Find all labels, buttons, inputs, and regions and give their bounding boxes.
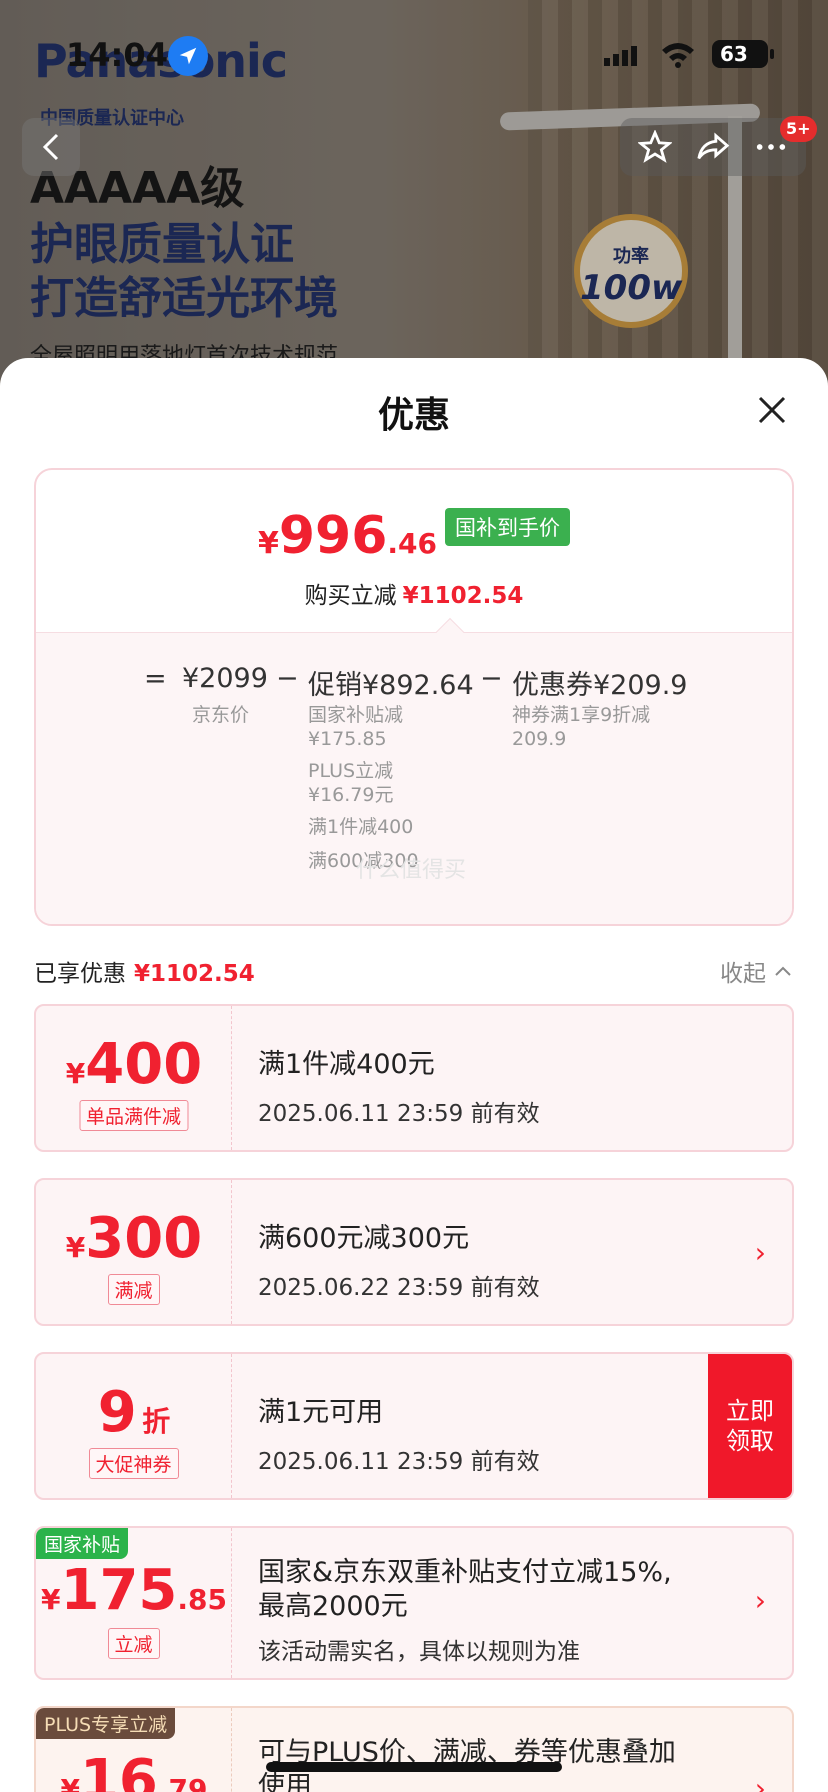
final-price-currency: ¥ [257, 526, 279, 561]
coupon-value: ¥175.85 立减 [36, 1528, 232, 1678]
cellular-signal-icon [604, 46, 640, 66]
coupon-rule: 满600元减300元 [258, 1223, 470, 1254]
direct-cut: 购买立减 ¥1102.54 [36, 576, 792, 610]
jd-price: ¥2099 [182, 663, 268, 694]
coupon-amount-value: 16 [79, 1748, 158, 1792]
enjoyed-discount: 已享优惠 ¥1102.54 [34, 954, 255, 988]
coupon-amount-decimal: .85 [177, 1583, 227, 1616]
coupon-card[interactable]: ¥400 单品满件减 满1件减400元 2025.06.11 23:59 前有效 [34, 1004, 794, 1152]
back-chevron-icon [42, 133, 59, 161]
coupon-amount-value: 400 [85, 1032, 203, 1097]
enjoyed-amount: ¥1102.54 [134, 961, 255, 987]
offers-sheet: 优惠 ¥996.46 国补到手价 购买立减 ¥1102.54 = ¥2099 − 促… [0, 358, 828, 1792]
coupon-type-chip: 大促神券 [88, 1448, 179, 1479]
coupon-amount: ¥300 [36, 1206, 232, 1271]
coupon-note: 该活动需实名，具体以规则为准 [258, 1639, 580, 1665]
coupon-card[interactable]: 国家补贴 ¥175.85 立减 国家&京东双重补贴支付立减15%, 最高2000… [34, 1526, 794, 1680]
final-price-decimal: .46 [387, 527, 438, 560]
promo-line: ¥175.85 [308, 728, 387, 750]
star-icon[interactable] [637, 130, 672, 164]
coupon-rule-cont: 最高2000元 [258, 1591, 408, 1622]
coupon-currency: ¥ [60, 1773, 80, 1792]
coupon-amount-value: 175 [60, 1558, 178, 1623]
coupon-rule: 满1元可用 [258, 1397, 384, 1428]
coupon-card[interactable]: 9 折 大促神券 满1元可用 2025.06.11 23:59 前有效 立即领取 [34, 1352, 794, 1500]
jd-price-label: 京东价 [192, 704, 250, 726]
promo-line: 国家补贴减 [308, 704, 404, 726]
direct-cut-label: 购买立减 [304, 583, 397, 609]
final-price: ¥996.46 国补到手价 [36, 506, 792, 566]
coupon-currency: ¥ [41, 1583, 61, 1616]
minus-sign-2: − [480, 663, 503, 694]
coupon-amount-value: 300 [85, 1206, 203, 1271]
back-button[interactable] [22, 118, 80, 176]
collapse-button[interactable]: 收起 [720, 954, 792, 988]
coupon-line: 209.9 [512, 728, 567, 750]
coupon-validity: 2025.06.11 23:59 前有效 [258, 1449, 540, 1475]
chevron-right-icon: › [754, 1584, 766, 1617]
final-price-integer: 996 [278, 506, 388, 566]
coupon-validity: 2025.06.22 23:59 前有效 [258, 1275, 540, 1301]
minus-sign-1: − [276, 663, 299, 694]
notification-badge: 5+ [780, 116, 817, 142]
direct-cut-amount: ¥1102.54 [402, 583, 524, 609]
coupon-amount-value: 9 [97, 1380, 137, 1445]
status-time: 14:04 [66, 36, 168, 74]
coupon-line: 神券满1享9折减 [512, 704, 651, 726]
equals-sign: = [144, 663, 167, 694]
claim-coupon-button[interactable]: 立即领取 [708, 1354, 792, 1498]
coupon-validity: 2025.06.11 23:59 前有效 [258, 1101, 540, 1127]
coupon-type-chip: 立减 [107, 1628, 160, 1659]
coupon-value: 9 折 大促神券 [36, 1354, 232, 1498]
coupon-currency: ¥ [65, 1057, 86, 1090]
close-icon[interactable] [752, 390, 792, 430]
coupon-card[interactable]: ¥300 满减 满600元减300元 2025.06.22 23:59 前有效 … [34, 1178, 794, 1326]
coupon-card[interactable]: PLUS专享立减 ¥16.79 可与PLUS价、满减、券等优惠叠加 使用 › [34, 1706, 794, 1792]
coupon-total: 优惠券¥209.9 [512, 670, 688, 701]
promo-line: PLUS立减 [308, 760, 394, 782]
watermark: 什么值得买 [356, 858, 467, 883]
wifi-icon [660, 40, 696, 72]
coupon-amount: ¥175.85 [36, 1558, 232, 1623]
promo-line: ¥16.79元 [308, 784, 394, 806]
status-bar: 14:04 63 [0, 0, 828, 110]
coupon-amount: ¥400 [36, 1032, 232, 1097]
enjoyed-label: 已享优惠 [34, 961, 126, 987]
sheet-title: 优惠 [377, 395, 450, 436]
promo-line: 满1件减400 [308, 816, 414, 838]
coupon-rule: 满1件减400元 [258, 1049, 435, 1080]
subsidy-price-tag: 国补到手价 [445, 508, 571, 546]
coupon-type-chip: 单品满件减 [78, 1100, 189, 1131]
final-price-section: ¥996.46 国补到手价 购买立减 ¥1102.54 [36, 470, 792, 632]
coupon-amount-decimal: .79 [157, 1773, 208, 1792]
coupon-value: ¥16.79 [36, 1708, 232, 1792]
coupon-type-chip: 满减 [107, 1274, 160, 1305]
share-icon[interactable] [695, 130, 731, 164]
home-indicator[interactable] [266, 1762, 562, 1772]
coupon-currency: ¥ [65, 1231, 86, 1264]
battery-indicator: 63 [712, 40, 774, 68]
chevron-right-icon: › [754, 1236, 766, 1269]
coupon-value: ¥300 满减 [36, 1180, 232, 1324]
coupon-amount: ¥16.79 [36, 1748, 232, 1792]
chevron-right-icon: › [754, 1772, 766, 1792]
chevron-up-icon [775, 966, 791, 976]
promo-total: 促销¥892.64 [308, 670, 474, 701]
coupon-value: ¥400 单品满件减 [36, 1006, 232, 1150]
collapse-label: 收起 [720, 961, 766, 987]
location-arrow-icon [168, 36, 208, 76]
coupon-amount: 9 折 [36, 1380, 232, 1445]
top-actions [620, 118, 806, 176]
coupon-unit: 折 [142, 1405, 171, 1438]
